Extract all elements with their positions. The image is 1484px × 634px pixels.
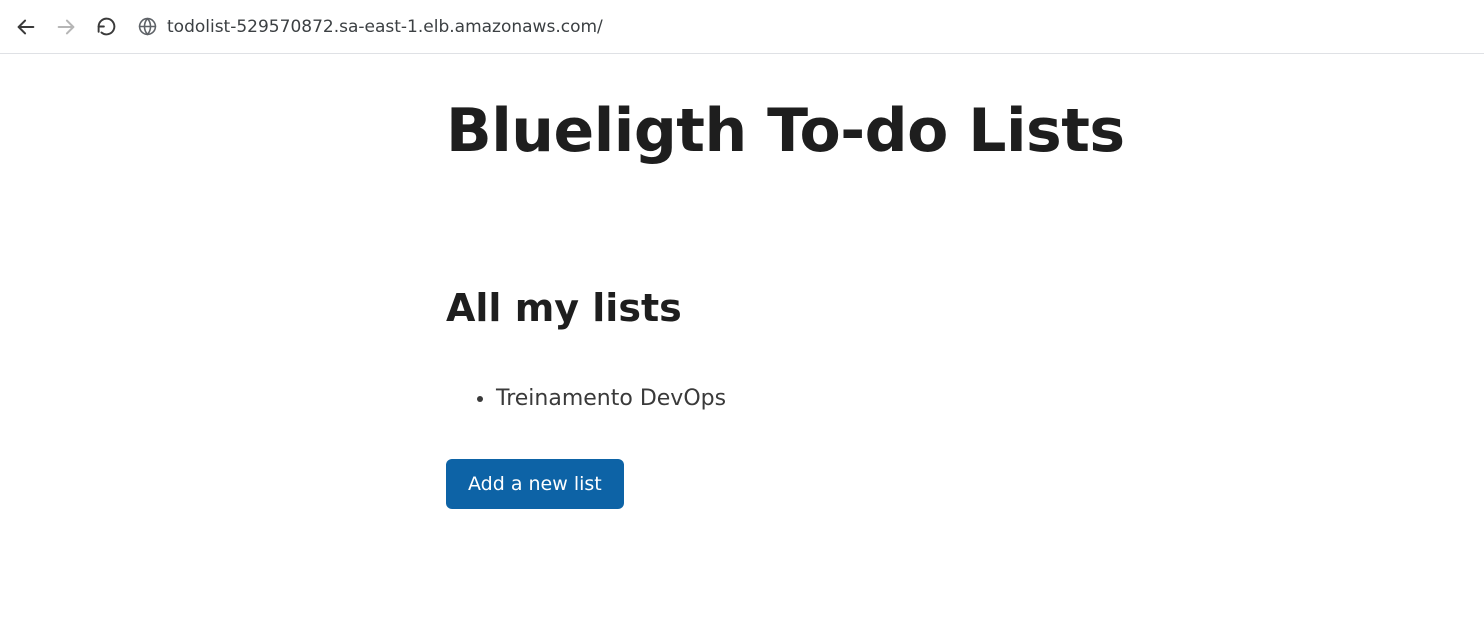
back-button[interactable] (12, 13, 40, 41)
list-item-name: Treinamento DevOps (496, 386, 726, 411)
nav-buttons (12, 13, 120, 41)
url-text: todolist-529570872.sa-east-1.elb.amazona… (167, 17, 603, 37)
page-title: Blueligth To-do Lists (446, 96, 1146, 166)
globe-icon (138, 17, 157, 36)
content-container: Blueligth To-do Lists All my lists Trein… (446, 96, 1146, 509)
add-new-list-button[interactable]: Add a new list (446, 459, 624, 509)
section-title: All my lists (446, 286, 1146, 330)
reload-button[interactable] (92, 13, 120, 41)
todo-lists: Treinamento DevOps (446, 382, 1146, 415)
browser-toolbar: todolist-529570872.sa-east-1.elb.amazona… (0, 0, 1484, 54)
list-item[interactable]: Treinamento DevOps (496, 382, 1146, 415)
forward-button[interactable] (52, 13, 80, 41)
address-bar[interactable]: todolist-529570872.sa-east-1.elb.amazona… (134, 17, 1472, 37)
page-content: Blueligth To-do Lists All my lists Trein… (0, 54, 1484, 509)
